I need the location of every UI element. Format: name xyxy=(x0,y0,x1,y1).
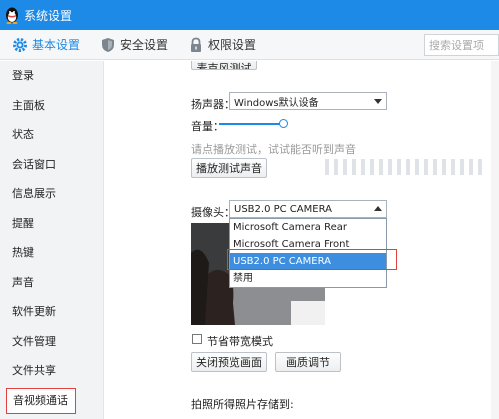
photo-save-label: 拍照所得照片存储到: xyxy=(191,398,294,411)
sidebar-item-info-display[interactable]: 信息展示 xyxy=(0,179,103,209)
qq-penguin-icon xyxy=(6,7,18,24)
window-title: 系统设置 xyxy=(24,8,73,23)
sidebar-item-file-sharing[interactable]: 文件共享 xyxy=(0,356,103,386)
tab-basic-settings[interactable]: 基本设置 xyxy=(0,30,88,60)
bandwidth-saving-label: 节省带宽模式 xyxy=(207,335,273,348)
sidebar-item-software-update[interactable]: 软件更新 xyxy=(0,297,103,327)
speaker-select[interactable]: Windows默认设备 xyxy=(229,92,387,110)
volume-slider-thumb[interactable] xyxy=(279,119,288,128)
mic-test-button[interactable]: 麦克风测试 xyxy=(191,61,257,70)
sidebar-item-file-management[interactable]: 文件管理 xyxy=(0,327,103,357)
lock-icon xyxy=(191,37,202,52)
tab-label: 安全设置 xyxy=(120,38,169,52)
sidebar-item-sound[interactable]: 声音 xyxy=(0,268,103,298)
bandwidth-saving-checkbox[interactable] xyxy=(192,334,202,344)
sidebar-item-reminder[interactable]: 提醒 xyxy=(0,209,103,239)
chevron-up-icon xyxy=(374,206,382,211)
camera-select[interactable]: USB2.0 PC CAMERA xyxy=(229,200,387,218)
search-input[interactable] xyxy=(424,34,499,56)
camera-option[interactable]: Microsoft Camera Rear xyxy=(230,219,386,236)
settings-content: 麦克风测试 扬声器： Windows默认设备 音量： 请点播放测试，试试能否听到… xyxy=(105,61,499,419)
sidebar-item-hotkeys[interactable]: 热键 xyxy=(0,238,103,268)
settings-tab-bar: 基本设置 安全设置 权限设置 xyxy=(0,30,499,60)
tab-security-settings[interactable]: 安全设置 xyxy=(88,30,176,60)
selected-option-highlight xyxy=(227,249,397,270)
sidebar-item-chat-window[interactable]: 会话窗口 xyxy=(0,150,103,180)
content-scrollbar[interactable] xyxy=(491,61,499,419)
tab-label: 权限设置 xyxy=(208,38,257,52)
sidebar-item-status[interactable]: 状态 xyxy=(0,120,103,150)
close-preview-label: 关闭预览画面 xyxy=(196,356,262,369)
camera-option[interactable]: 禁用 xyxy=(230,270,386,287)
play-test-sound-button[interactable]: 播放测试声音 xyxy=(191,158,267,178)
title-bar: 系统设置 xyxy=(0,0,499,30)
camera-select-value: USB2.0 PC CAMERA xyxy=(234,203,332,215)
sidebar-item-main-panel[interactable]: 主面板 xyxy=(0,91,103,121)
picture-adjust-label: 画质调节 xyxy=(286,356,330,369)
mic-test-button-label: 麦克风测试 xyxy=(196,62,252,70)
shield-icon xyxy=(102,37,115,52)
sidebar-item-login[interactable]: 登录 xyxy=(0,61,103,91)
picture-adjust-button[interactable]: 画质调节 xyxy=(275,352,341,372)
speaker-select-value: Windows默认设备 xyxy=(234,97,319,109)
chevron-down-icon xyxy=(374,99,382,104)
close-preview-button[interactable]: 关闭预览画面 xyxy=(191,352,267,372)
tab-permission-settings[interactable]: 权限设置 xyxy=(176,30,264,60)
play-test-sound-label: 播放测试声音 xyxy=(196,162,262,175)
tab-label: 基本设置 xyxy=(32,38,81,52)
sidebar-nav: 登录 主面板 状态 会话窗口 信息展示 提醒 热键 声音 软件更新 文件管理 文… xyxy=(0,61,104,419)
gear-icon xyxy=(13,37,27,52)
volume-label: 音量： xyxy=(191,120,224,133)
volume-slider-track[interactable] xyxy=(219,123,283,125)
playback-hint: 请点播放测试，试试能否听到声音 xyxy=(191,143,356,156)
sidebar-item-audio-video-call[interactable]: 音视频通话 xyxy=(6,387,76,414)
audio-level-meter xyxy=(325,159,487,175)
